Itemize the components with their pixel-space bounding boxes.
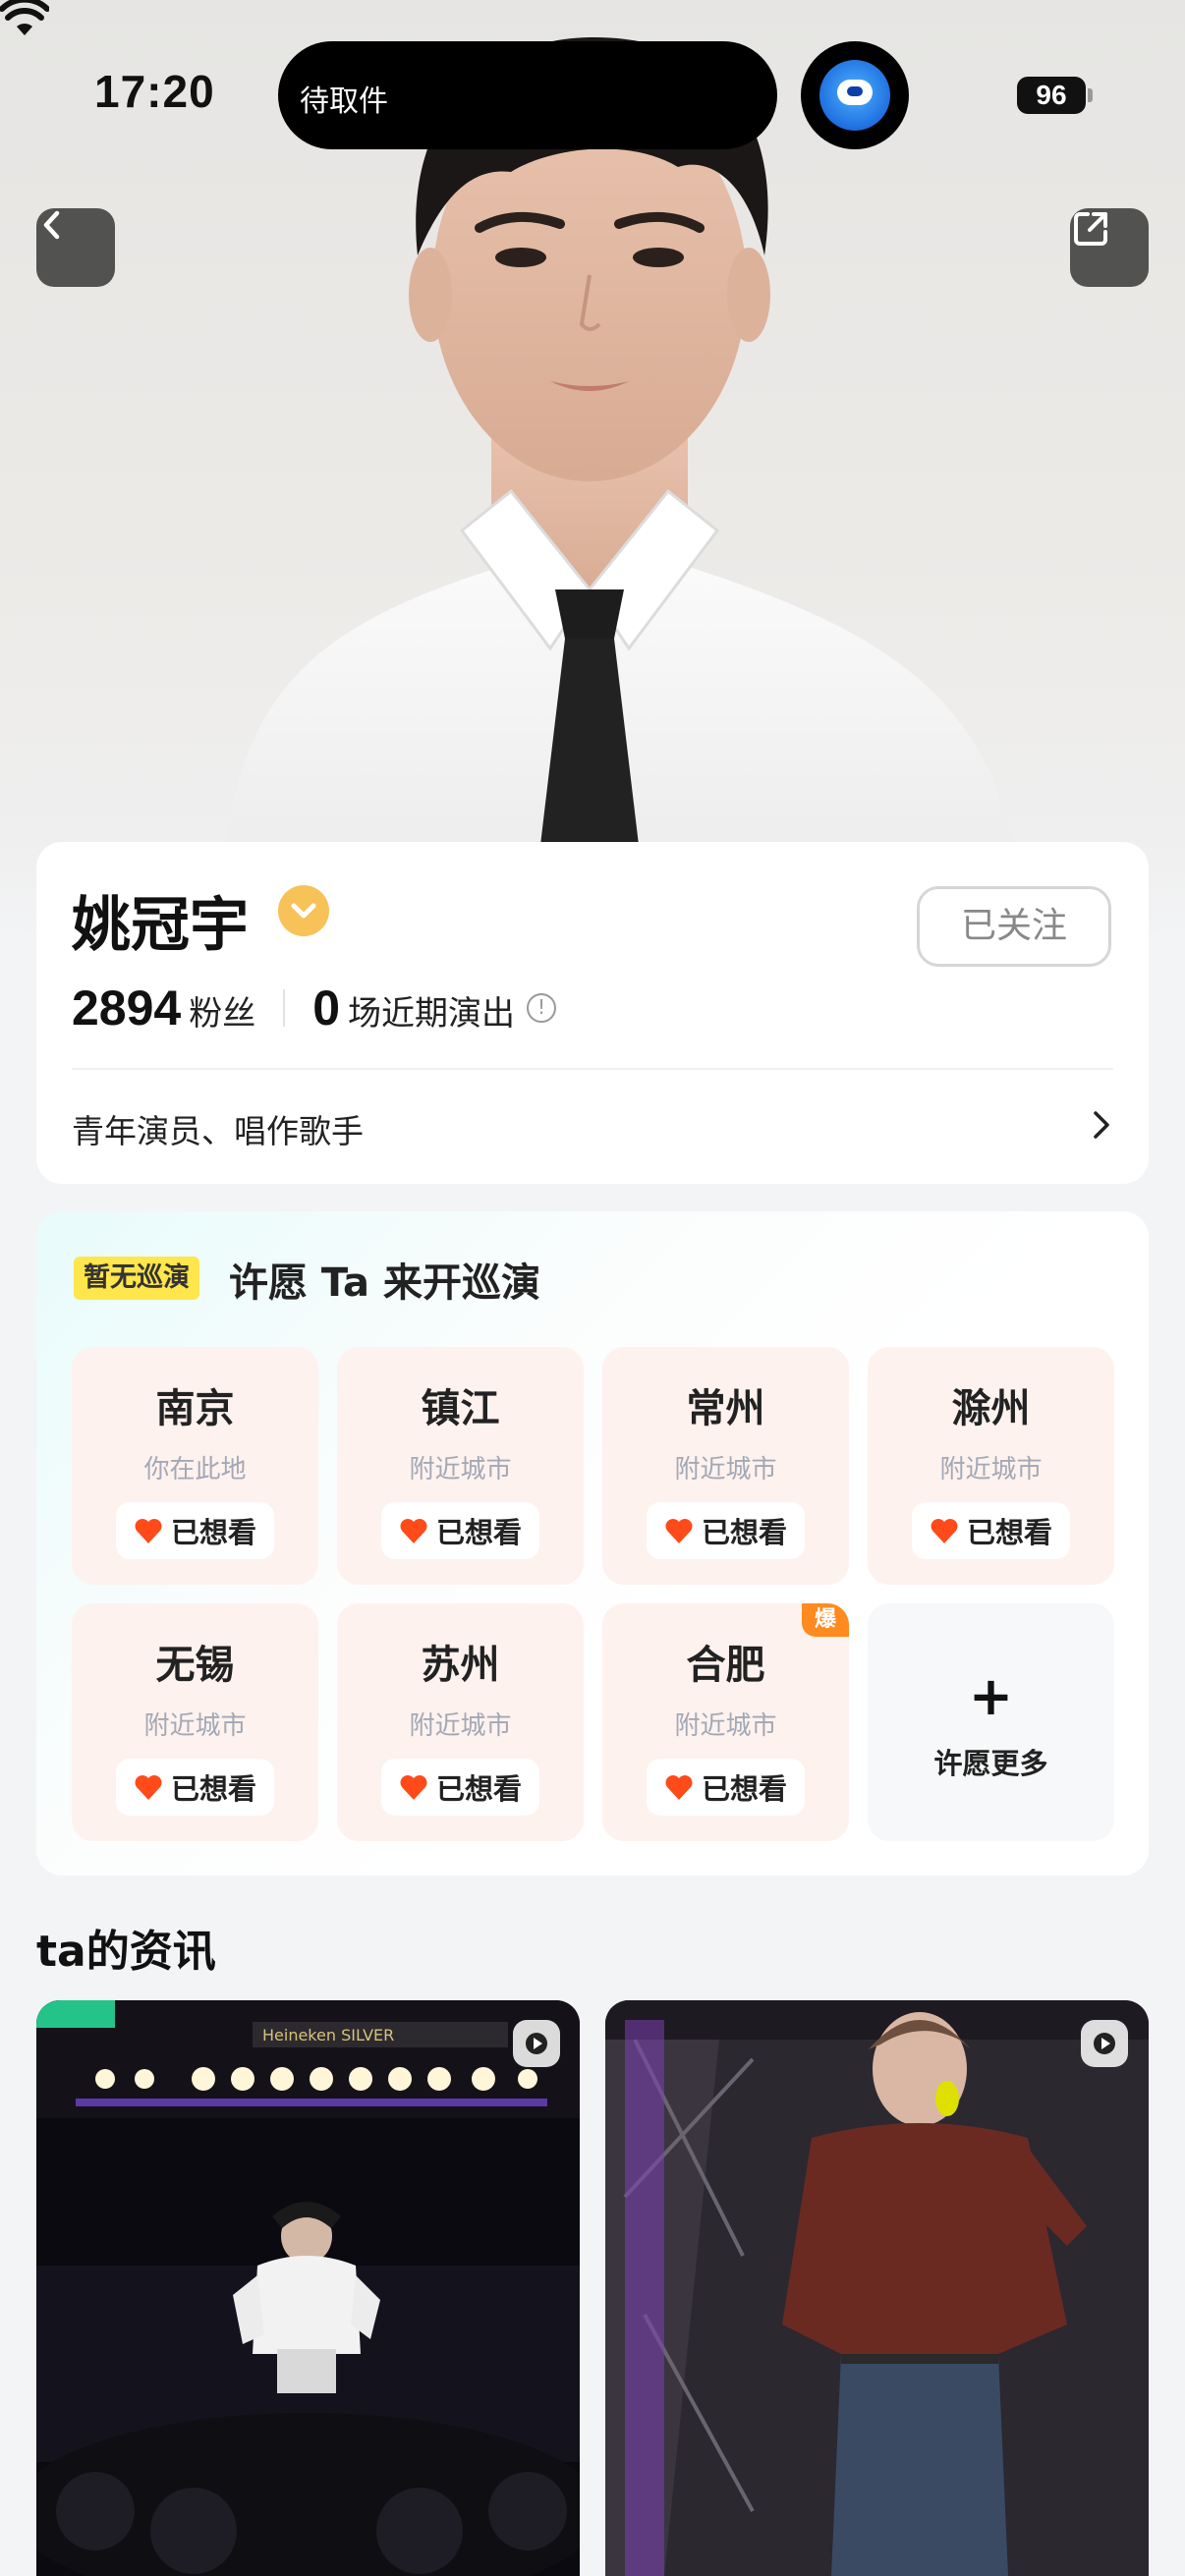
tour-wish-card: 暂无巡演 许愿 Ta 来开巡演 南京 你在此地 已想看 镇江 附近城市 已想看 <box>36 1211 1149 1876</box>
want-to-see-button[interactable]: 已想看 <box>116 1759 274 1816</box>
wish-more-button[interactable]: + 许愿更多 <box>868 1603 1114 1841</box>
heart-icon <box>400 1519 427 1543</box>
want-to-see-button[interactable]: 已想看 <box>647 1759 805 1816</box>
island-pickup-text: 待取件 <box>300 84 388 119</box>
want-to-see-label: 已想看 <box>170 1772 256 1806</box>
info-icon[interactable]: ! <box>527 993 557 1023</box>
hot-badge: 爆 <box>802 1603 849 1637</box>
dynamic-island[interactable]: 待取件 <box>278 41 777 149</box>
want-to-see-button[interactable]: 已想看 <box>116 1502 274 1559</box>
city-subtitle: 附近城市 <box>674 1455 777 1484</box>
chevron-right-icon[interactable] <box>1090 1107 1113 1143</box>
robot-icon <box>819 60 890 131</box>
wish-more-label: 许愿更多 <box>933 1747 1048 1780</box>
want-to-see-label: 已想看 <box>966 1516 1052 1549</box>
concert-thumbnail-2 <box>605 2000 1149 2576</box>
city-name: 南京 <box>155 1386 235 1431</box>
want-to-see-button[interactable]: 已想看 <box>381 1759 539 1816</box>
city-tile-changzhou[interactable]: 常州 附近城市 已想看 <box>602 1347 849 1585</box>
verified-icon <box>278 885 329 936</box>
share-button[interactable] <box>1070 208 1149 287</box>
shows-count: 0 <box>312 980 341 1036</box>
city-name: 合肥 <box>686 1643 765 1688</box>
fans-label: 粉丝 <box>189 994 256 1034</box>
city-tile-hefei[interactable]: 爆 合肥 附近城市 已想看 <box>602 1603 849 1841</box>
news-section-title: ta的资讯 <box>36 1927 216 1977</box>
city-tile-chuzhou[interactable]: 滁州 附近城市 已想看 <box>868 1347 1114 1585</box>
battery-tip <box>1088 88 1093 102</box>
want-to-see-button[interactable]: 已想看 <box>381 1502 539 1559</box>
artist-page: 17:20 待取件 96 姚冠宇 已关注 2894 粉丝 0 场近期演出 ! 青… <box>0 0 1185 2576</box>
heart-icon <box>931 1519 958 1543</box>
status-time: 17:20 <box>94 66 215 117</box>
city-subtitle: 附近城市 <box>143 1711 247 1741</box>
city-subtitle: 附近城市 <box>674 1711 777 1741</box>
profile-card: 姚冠宇 已关注 2894 粉丝 0 场近期演出 ! 青年演员、唱作歌手 <box>36 842 1149 1184</box>
want-to-see-label: 已想看 <box>170 1516 256 1549</box>
news-video-card-2[interactable] <box>605 2000 1149 2576</box>
svg-text:Heineken SILVER: Heineken SILVER <box>262 2026 394 2044</box>
city-name: 常州 <box>686 1386 765 1431</box>
want-to-see-label: 已想看 <box>435 1516 522 1549</box>
city-subtitle: 附近城市 <box>409 1455 512 1484</box>
city-name: 苏州 <box>421 1643 500 1688</box>
share-icon <box>1074 212 1107 246</box>
concert-thumbnail-1: Heineken SILVER <box>36 2000 580 2576</box>
heart-icon <box>665 1775 693 1800</box>
fans-count: 2894 <box>72 980 182 1036</box>
hero-photo: 17:20 待取件 96 <box>0 0 1185 982</box>
city-subtitle: 附近城市 <box>409 1711 512 1741</box>
chevron-left-icon <box>43 210 60 240</box>
want-to-see-label: 已想看 <box>701 1516 787 1549</box>
want-to-see-label: 已想看 <box>701 1772 787 1806</box>
stats-row: 2894 粉丝 0 场近期演出 ! <box>72 980 557 1036</box>
want-to-see-label: 已想看 <box>435 1772 522 1806</box>
city-tile-suzhou[interactable]: 苏州 附近城市 已想看 <box>337 1603 584 1841</box>
battery-level: 96 <box>1017 77 1086 114</box>
city-tile-wuxi[interactable]: 无锡 附近城市 已想看 <box>72 1603 318 1841</box>
profile-divider <box>72 1068 1113 1070</box>
follow-button[interactable]: 已关注 <box>917 886 1111 967</box>
artist-description[interactable]: 青年演员、唱作歌手 <box>72 1105 364 1152</box>
want-to-see-button[interactable]: 已想看 <box>647 1502 805 1559</box>
plus-icon: + <box>968 1665 1014 1727</box>
no-tour-tag: 暂无巡演 <box>74 1257 199 1300</box>
city-name: 镇江 <box>421 1386 500 1431</box>
stats-divider <box>283 989 286 1027</box>
heart-icon <box>400 1775 427 1800</box>
heart-icon <box>665 1519 693 1543</box>
play-icon <box>513 2020 560 2067</box>
heart-icon <box>135 1775 162 1800</box>
assistant-avatar[interactable] <box>801 41 909 149</box>
back-button[interactable] <box>36 208 115 287</box>
wish-title: 许愿 Ta 来开巡演 <box>229 1260 540 1306</box>
wifi-icon <box>0 0 49 35</box>
city-tile-zhenjiang[interactable]: 镇江 附近城市 已想看 <box>337 1347 584 1585</box>
city-name: 滁州 <box>951 1386 1031 1431</box>
city-name: 无锡 <box>155 1643 235 1688</box>
artist-name: 姚冠宇 <box>72 891 249 960</box>
heart-icon <box>135 1519 162 1543</box>
city-tile-nanjing[interactable]: 南京 你在此地 已想看 <box>72 1347 318 1585</box>
city-subtitle: 你在此地 <box>143 1455 247 1484</box>
news-video-card-1[interactable]: Heineken SILVER <box>36 2000 580 2576</box>
play-icon <box>1081 2020 1128 2067</box>
shows-label: 场近期演出 <box>348 994 516 1034</box>
city-subtitle: 附近城市 <box>939 1455 1043 1484</box>
want-to-see-button[interactable]: 已想看 <box>912 1502 1070 1559</box>
